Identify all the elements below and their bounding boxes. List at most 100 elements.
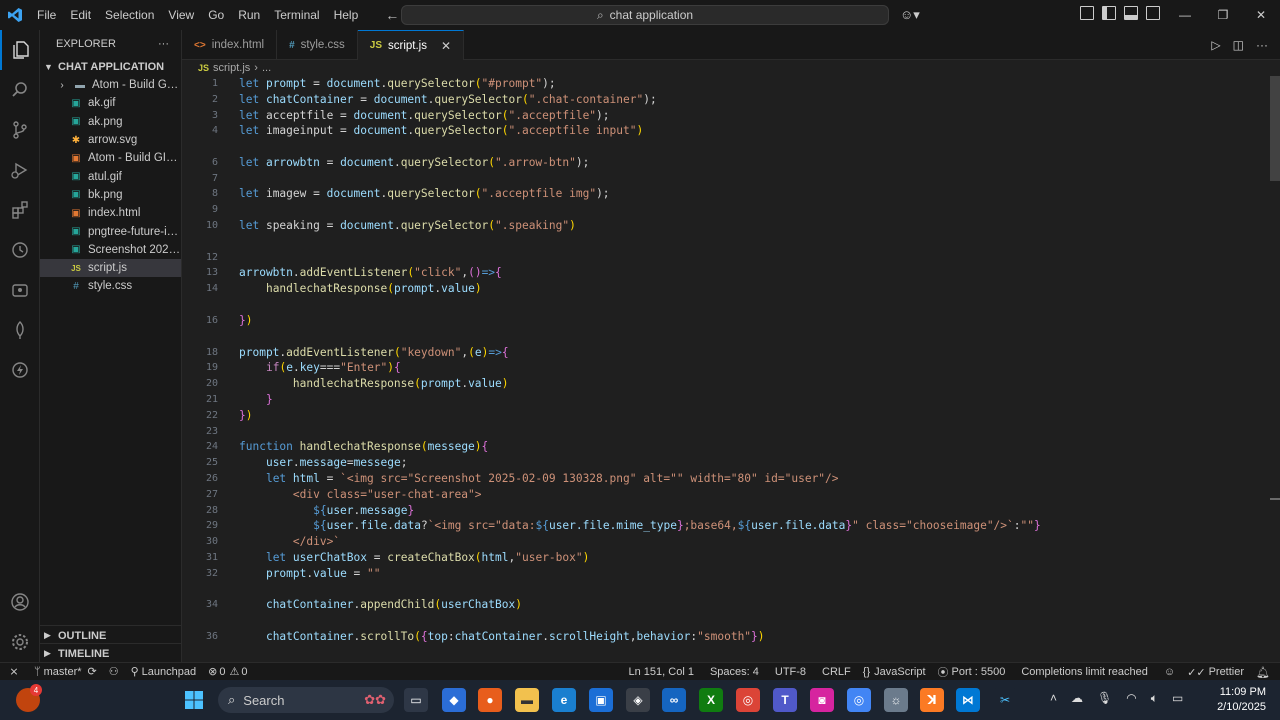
wifi-icon[interactable]: ◠ — [1126, 691, 1136, 706]
code-line[interactable]: 9 — [182, 202, 1270, 218]
menu-run[interactable]: Run — [231, 0, 267, 30]
code-line[interactable]: 10 let speaking = document.querySelector(… — [182, 218, 1270, 234]
code-line[interactable]: 21 } — [182, 392, 1270, 408]
live-share-icon[interactable]: ⚇ — [103, 665, 125, 678]
edge-icon[interactable]: e — [552, 688, 576, 712]
menu-file[interactable]: File — [30, 0, 63, 30]
snipping-tool-icon[interactable]: ✂ — [993, 688, 1017, 712]
code-line[interactable]: 30 </div>` — [182, 534, 1270, 550]
tree-item[interactable]: ▣ Atom - Build GIF, ... — [40, 149, 181, 167]
cursor-position[interactable]: Ln 151, Col 1 — [623, 666, 700, 678]
code-line[interactable]: 2 let chatContainer = document.querySelec… — [182, 92, 1270, 108]
teams-icon[interactable]: T — [773, 688, 797, 712]
code-line[interactable]: 16}) — [182, 313, 1270, 329]
toggle-panel-icon[interactable] — [1124, 6, 1138, 20]
code-line[interactable]: 29 ${user.file.data?`<img src="data:${us… — [182, 518, 1270, 534]
copilot-icon[interactable]: ☺▾ — [900, 7, 920, 23]
restore-icon[interactable]: ❐ — [1204, 0, 1242, 30]
breadcrumb-file[interactable]: script.js — [213, 62, 250, 74]
accounts-icon[interactable] — [0, 582, 40, 622]
app-icon[interactable]: ◈ — [626, 688, 650, 712]
code-line[interactable]: 6 let arrowbtn = document.querySelector("… — [182, 155, 1270, 171]
mongodb-leaf-icon[interactable] — [0, 310, 40, 350]
settings-gear-icon[interactable] — [0, 622, 40, 662]
notifications-bell-icon[interactable]: 🔔︎ — [1250, 666, 1280, 679]
sync-icon[interactable]: ⟳ — [88, 665, 97, 678]
run-debug-icon[interactable] — [0, 150, 40, 190]
tree-item[interactable]: JS script.js — [40, 258, 181, 278]
code-line[interactable]: 27 <div class="user-chat-area"> — [182, 487, 1270, 503]
chrome-profile-icon[interactable]: ◎ — [847, 688, 871, 712]
timeline-section[interactable]: ▶ TIMELINE — [40, 643, 182, 663]
live-server-port[interactable]: ⦿ Port : 5500 — [932, 664, 1012, 680]
tab-style-css[interactable]: # style.css — [277, 30, 358, 60]
code-line[interactable]: 7 — [182, 171, 1270, 187]
code-line[interactable]: 26 let html = `<img src="Screenshot 2025… — [182, 471, 1270, 487]
code-line[interactable]: 18 prompt.addEventListener("keydown",(e)=… — [182, 345, 1270, 361]
code-line[interactable]: 12 — [182, 250, 1270, 266]
tree-item[interactable]: › ▬ Atom - Build GIF, ... — [40, 76, 181, 94]
tree-item[interactable]: ▣ bk.png — [40, 186, 181, 204]
copilot-app-icon[interactable]: ◆ — [442, 688, 466, 712]
microphone-icon[interactable]: 🎙︎ — [1097, 691, 1112, 706]
code-line[interactable]: 25 user.message=messege; — [182, 455, 1270, 471]
menu-terminal[interactable]: Terminal — [267, 0, 326, 30]
battery-icon[interactable]: ▭ — [1172, 691, 1183, 706]
task-view-icon[interactable]: ▭ — [404, 688, 428, 712]
instagram-icon[interactable]: ◙ — [810, 688, 834, 712]
prettier-status[interactable]: ✓✓ Prettier — [1181, 666, 1250, 679]
tree-item[interactable]: ▣ pngtree-future-in... — [40, 222, 181, 240]
split-editor-icon[interactable]: ◫ — [1233, 38, 1244, 52]
docker-icon[interactable] — [0, 270, 40, 310]
tree-item[interactable]: ▣ ak.gif — [40, 94, 181, 112]
minimize-icon[interactable]: — — [1166, 0, 1204, 30]
more-actions-icon[interactable]: ··· — [158, 38, 169, 50]
tree-item[interactable]: ✱ arrow.svg — [40, 131, 181, 149]
vscode-taskbar-icon[interactable]: ⋈ — [956, 688, 980, 712]
xampp-icon[interactable]: ꓘ — [920, 688, 944, 712]
source-control-icon[interactable] — [0, 110, 40, 150]
indentation[interactable]: Spaces: 4 — [700, 666, 765, 678]
close-tab-icon[interactable]: ✕ — [441, 39, 451, 53]
code-line[interactable]: 24 function handlechatResponse(messege){ — [182, 439, 1270, 455]
app-icon[interactable]: ☼ — [884, 688, 908, 712]
close-window-icon[interactable]: ✕ — [1242, 0, 1280, 30]
launchpad-button[interactable]: ⚲ Launchpad — [125, 665, 203, 679]
tree-item[interactable]: ▣ ak.png — [40, 113, 181, 131]
outline-section[interactable]: ▶ OUTLINE — [40, 625, 182, 645]
firefox-icon[interactable]: ● — [478, 688, 502, 712]
menu-go[interactable]: Go — [201, 0, 231, 30]
xbox-icon[interactable]: X — [699, 688, 723, 712]
thunder-client-icon[interactable] — [0, 350, 40, 390]
tree-item[interactable]: ▣ atul.gif — [40, 167, 181, 185]
tab-index-html[interactable]: <> index.html — [182, 30, 278, 60]
remote-explorer-icon[interactable] — [0, 230, 40, 270]
volume-icon[interactable]: 🔈︎ — [1151, 691, 1158, 706]
explorer-icon[interactable] — [0, 30, 40, 70]
code-line[interactable]: 28 ${user.message} — [182, 503, 1270, 519]
more-editor-actions-icon[interactable]: ··· — [1256, 38, 1268, 52]
code-line[interactable]: 1 let prompt = document.querySelector("#p… — [182, 76, 1270, 92]
extensions-icon[interactable] — [0, 190, 40, 230]
code-line[interactable]: 36 chatContainer.scrollTo({top:chatConta… — [182, 629, 1270, 645]
copilot-status[interactable]: Completions limit reached — [1011, 666, 1154, 678]
code-line[interactable]: 31 let userChatBox = createChatBox(html,… — [182, 550, 1270, 566]
visual-studio-icon[interactable]: ∞ — [662, 688, 686, 712]
chrome-icon[interactable]: ◎ — [736, 688, 760, 712]
file-encoding[interactable]: UTF-8 — [765, 666, 812, 678]
code-line[interactable]: 23 — [182, 424, 1270, 440]
code-line[interactable]: 20 handlechatResponse(prompt.value) — [182, 376, 1270, 392]
scrollbar-thumb[interactable] — [1270, 76, 1280, 181]
tree-item[interactable]: ▣ index.html — [40, 204, 181, 222]
code-editor[interactable]: 1 let prompt = document.querySelector("#p… — [182, 76, 1270, 662]
command-center-search[interactable]: ⌕ chat application — [401, 5, 889, 25]
search-view-icon[interactable] — [0, 70, 40, 110]
tree-item[interactable]: ▣ Screenshot 2025-... — [40, 241, 181, 259]
copilot-status-icon[interactable]: ☺ — [1154, 666, 1181, 678]
chevron-up-icon[interactable]: ˄ — [1050, 691, 1057, 706]
code-line[interactable]: 4 let imageinput = document.querySelector… — [182, 123, 1270, 139]
run-file-icon[interactable]: ▷ — [1211, 38, 1220, 52]
file-explorer-icon[interactable]: ▬ — [515, 688, 539, 712]
toggle-primary-sidebar-icon[interactable] — [1102, 6, 1116, 20]
code-line[interactable]: 34 chatContainer.appendChild(userChatBox… — [182, 597, 1270, 613]
